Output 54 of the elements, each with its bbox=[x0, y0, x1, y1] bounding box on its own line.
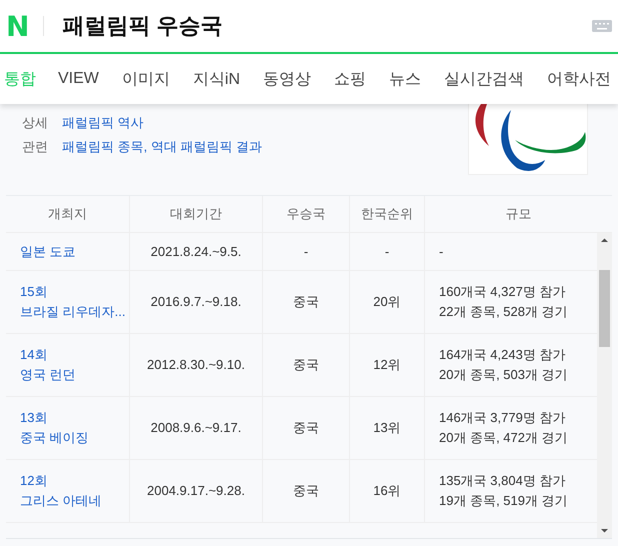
table-cell-text: 2016.9.7.~9.18. bbox=[150, 293, 242, 311]
scrollbar[interactable] bbox=[597, 233, 612, 538]
table-cell-text: 20위 bbox=[373, 293, 401, 311]
column-header: 한국순위 bbox=[350, 196, 425, 233]
table-cell-text: 20개 종목, 472개 경기 bbox=[439, 429, 568, 447]
info-label: 관련 bbox=[22, 138, 48, 156]
nav-tab[interactable]: VIEW bbox=[58, 70, 99, 88]
table-cell-text: 12위 bbox=[373, 356, 401, 374]
keyboard-icon[interactable] bbox=[592, 20, 612, 32]
nav-tab[interactable]: 실시간검색 bbox=[444, 68, 524, 90]
edition-link[interactable]: 13회 bbox=[20, 408, 48, 428]
nav-tab[interactable]: 이미지 bbox=[122, 68, 170, 90]
nav-tab[interactable]: 어학사전 bbox=[547, 68, 611, 90]
edition-link[interactable]: 12회 bbox=[20, 471, 48, 491]
info-link[interactable]: 패럴림픽 종목, 역대 패럴림픽 결과 bbox=[62, 138, 262, 156]
table-cell-text: - bbox=[439, 242, 444, 260]
table-cell-text: 19개 종목, 519개 경기 bbox=[439, 492, 568, 510]
host-link[interactable]: 일본 도쿄 bbox=[20, 242, 76, 262]
table-cell-text: 2008.9.6.~9.17. bbox=[150, 419, 242, 437]
table-cell-text: 중국 bbox=[293, 356, 319, 374]
table-cell-text: 146개국 3,779명 참가 bbox=[439, 409, 566, 427]
edition-link[interactable]: 15회 bbox=[20, 282, 48, 302]
table-cell-text: 중국 bbox=[293, 293, 319, 311]
edition-link[interactable]: 14회 bbox=[20, 345, 48, 365]
column-header: 개최지 bbox=[6, 196, 130, 233]
column-header: 규모 bbox=[425, 196, 612, 233]
column-header: 대회기간 bbox=[130, 196, 263, 233]
search-query[interactable]: 패럴림픽 우승국 bbox=[62, 11, 592, 41]
table-cell-text: 164개국 4,243명 참가 bbox=[439, 346, 566, 364]
table-cell-text: - bbox=[304, 242, 308, 260]
table-cell-text: 13위 bbox=[373, 419, 401, 437]
table-cell-text: 135개국 3,804명 참가 bbox=[439, 472, 566, 490]
table-cell-text: 2012.8.30.~9.10. bbox=[147, 356, 245, 374]
table-cell-text: 2021.8.24.~9.5. bbox=[150, 242, 242, 260]
host-link[interactable]: 중국 베이징 bbox=[20, 428, 89, 448]
table-cell-text: 22개 종목, 528개 경기 bbox=[439, 303, 568, 321]
table-cell-text: 중국 bbox=[293, 419, 319, 437]
nav-tab[interactable]: 동영상 bbox=[263, 68, 311, 90]
table-cell-text: - bbox=[384, 242, 390, 260]
nav-tab[interactable]: 뉴스 bbox=[389, 68, 421, 90]
host-link[interactable]: 그리스 아테네 bbox=[20, 491, 102, 511]
scroll-thumb[interactable] bbox=[599, 270, 610, 347]
table-cell-text: 160개국 4,327명 참가 bbox=[439, 283, 566, 301]
nav-tab[interactable]: 쇼핑 bbox=[334, 68, 366, 90]
info-link[interactable]: 패럴림픽 역사 bbox=[62, 114, 144, 132]
column-header: 우승국 bbox=[263, 196, 350, 233]
table-cell-text: 20개 종목, 503개 경기 bbox=[439, 366, 568, 384]
host-link[interactable]: 영국 런던 bbox=[20, 365, 76, 385]
table-cell-text: 2004.9.17.~9.28. bbox=[147, 482, 245, 500]
table-cell-text: 중국 bbox=[293, 482, 319, 500]
info-label: 상세 bbox=[22, 114, 48, 132]
host-link[interactable]: 브라질 리우데자... bbox=[20, 302, 126, 322]
table-cell-text: 16위 bbox=[373, 482, 401, 500]
nav-tab[interactable]: 지식iN bbox=[192, 68, 240, 90]
